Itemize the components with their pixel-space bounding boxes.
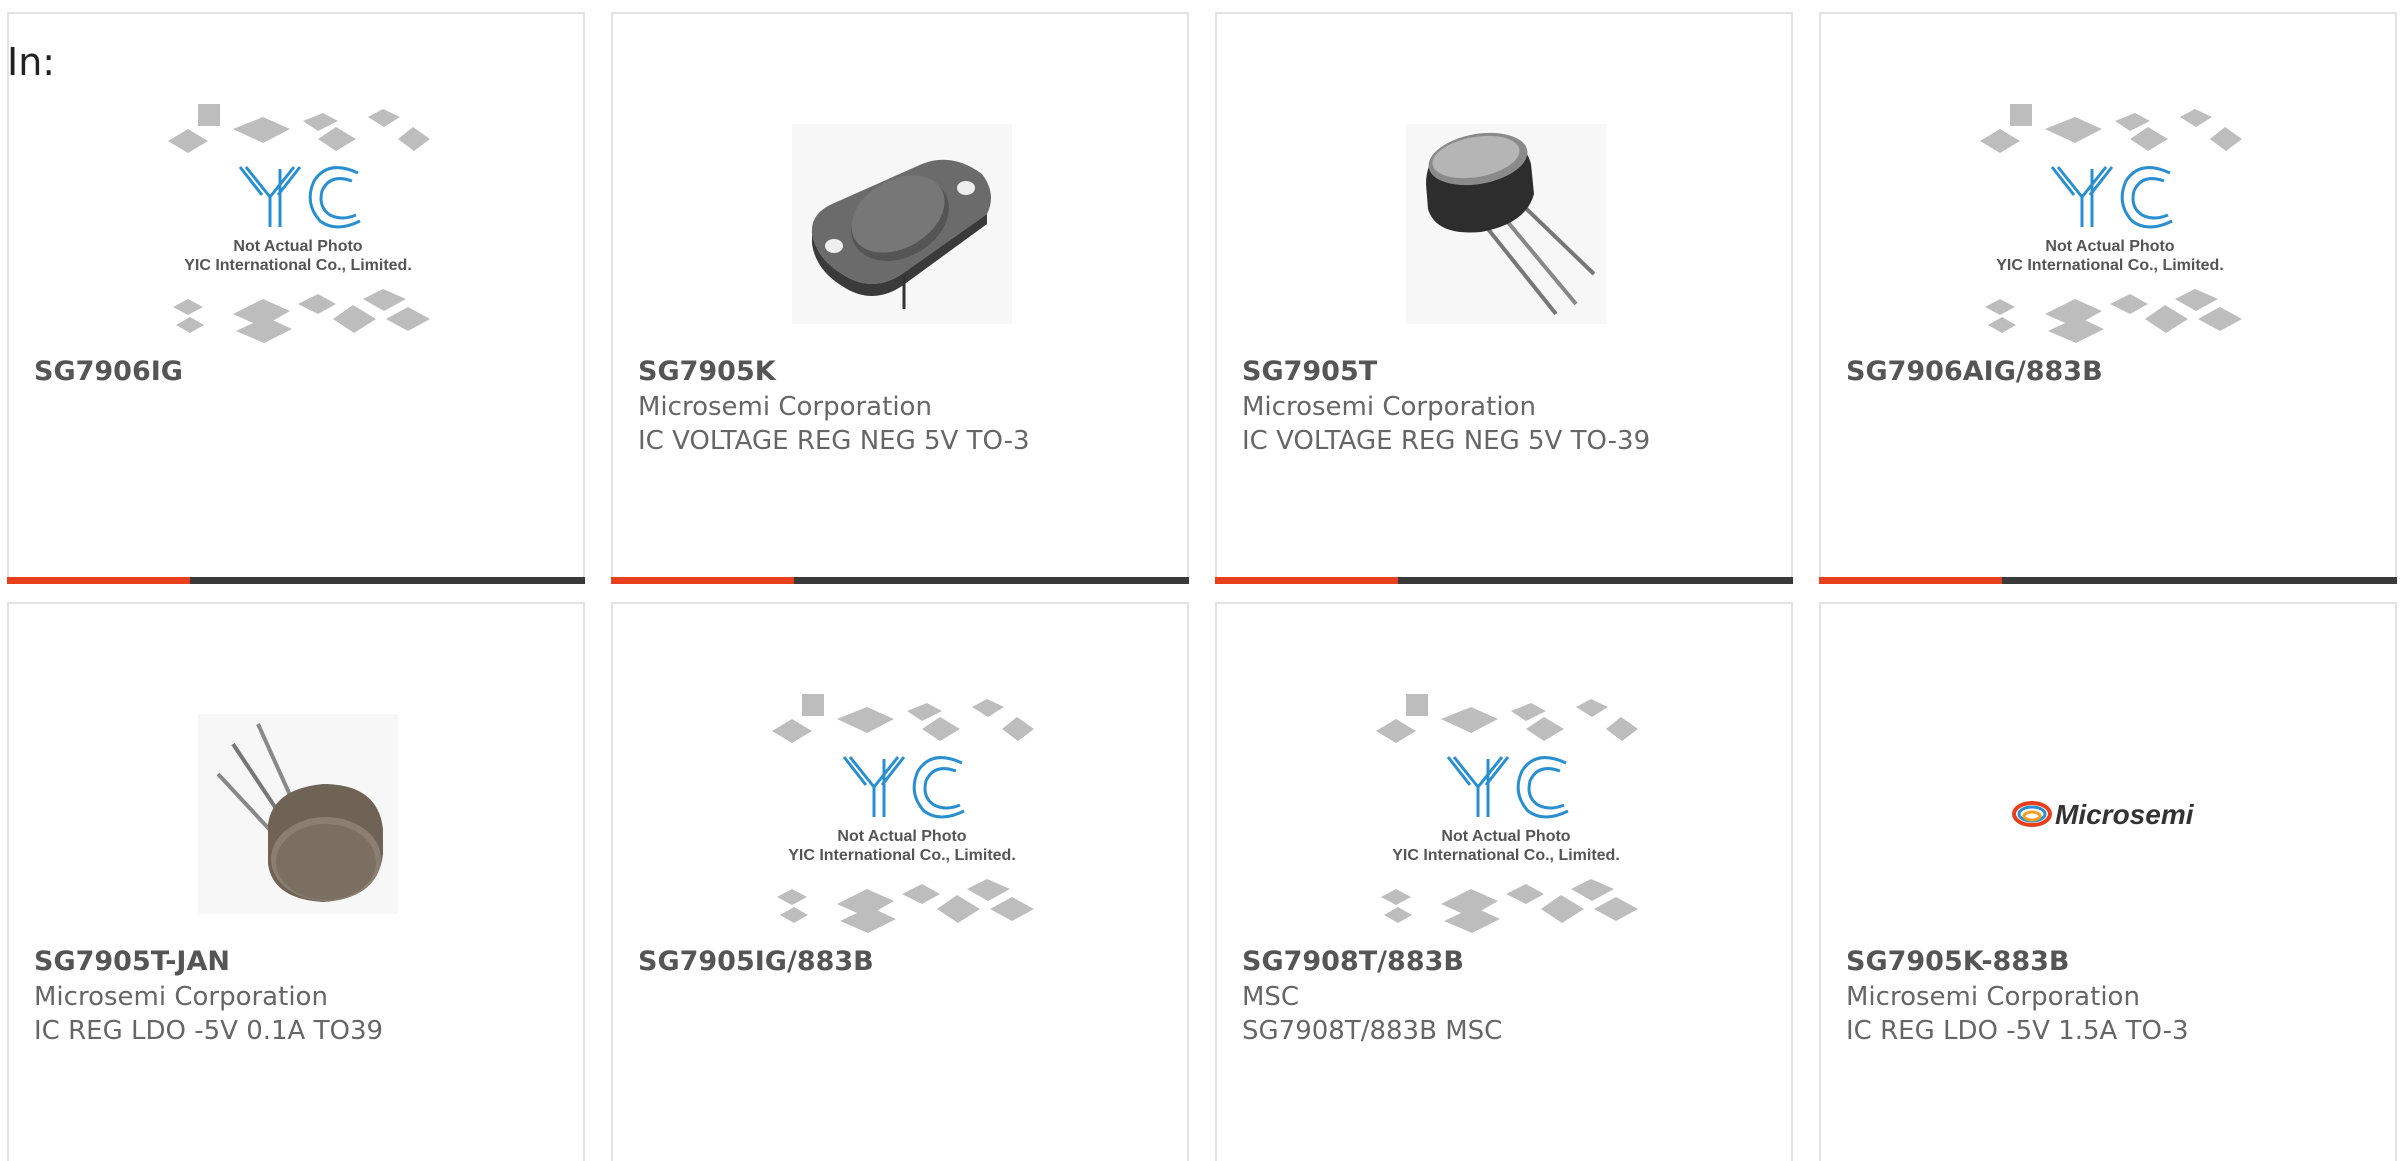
placeholder-line1: Not Actual Photo [2045,238,2174,255]
product-card[interactable]: SG7905T-JAN Microsemi Corporation IC REG… [7,602,585,1161]
placeholder-line1: Not Actual Photo [1441,828,1570,845]
product-card[interactable]: SG7905T Microsemi Corporation IC VOLTAGE… [1215,12,1793,584]
product-card[interactable]: Not Actual Photo YIC International Co., … [1819,12,2397,584]
product-card[interactable]: Not Actual Photo YIC International Co., … [1215,602,1793,1161]
logo-text: Microsemi [2055,799,2195,830]
card-bar [1819,577,2397,584]
product-card[interactable]: Not Actual Photo YIC International Co., … [611,602,1189,1161]
placeholder-line1: Not Actual Photo [837,828,966,845]
description: SG7908T/883B MSC [1242,1016,1503,1046]
part-number[interactable]: SG7905T-JAN [34,946,230,977]
part-number[interactable]: SG7905K-883B [1846,946,2069,977]
placeholder-line2: YIC International Co., Limited. [788,847,1016,864]
product-image: Not Actual Photo YIC International Co., … [1821,84,2399,364]
card-bar [1215,577,1793,584]
product-image: Not Actual Photo YIC International Co., … [9,84,587,364]
description: IC VOLTAGE REG NEG 5V TO-3 [638,426,1030,456]
product-image [1217,84,1795,364]
manufacturer: MSC [1242,982,1300,1012]
part-number[interactable]: SG7905IG/883B [638,946,874,977]
card-bar [7,577,585,584]
placeholder-line2: YIC International Co., Limited. [1996,257,2224,274]
part-number[interactable]: SG7908T/883B [1242,946,1464,977]
manufacturer: Microsemi Corporation [1242,392,1536,422]
card-bar-accent [1819,577,2002,584]
placeholder-line2: YIC International Co., Limited. [184,257,412,274]
card-bar-accent [1215,577,1398,584]
product-card[interactable]: Microsemi SG7905K-883B Microsemi Corpora… [1819,602,2397,1161]
part-number[interactable]: SG7905K [638,356,776,387]
manufacturer: Microsemi Corporation [1846,982,2140,1012]
manufacturer: Microsemi Corporation [638,392,932,422]
manufacturer: Microsemi Corporation [34,982,328,1012]
product-image: Not Actual Photo YIC International Co., … [613,674,1191,954]
placeholder-line2: YIC International Co., Limited. [1392,847,1620,864]
product-image [9,674,587,954]
placeholder-line1: Not Actual Photo [233,238,362,255]
description: IC REG LDO -5V 0.1A TO39 [34,1016,384,1046]
card-bar-accent [611,577,794,584]
card-bar [611,577,1189,584]
part-number[interactable]: SG7906AIG/883B [1846,356,2103,387]
microsemi-logo: Microsemi [2012,799,2195,830]
product-image [613,84,1191,364]
product-image: Microsemi [1821,674,2399,954]
part-number[interactable]: SG7905T [1242,356,1377,387]
filter-in-label: In: [7,40,56,84]
description: IC REG LDO -5V 1.5A TO-3 [1846,1016,2189,1046]
product-card[interactable]: Not Actual Photo YIC International Co., … [7,12,585,584]
product-grid-page: In: Not Actual Photo YIC International C… [0,0,2400,1161]
card-bar-accent [7,577,190,584]
part-number[interactable]: SG7906IG [34,356,183,387]
description: IC VOLTAGE REG NEG 5V TO-39 [1242,426,1651,456]
product-card[interactable]: SG7905K Microsemi Corporation IC VOLTAGE… [611,12,1189,584]
product-image: Not Actual Photo YIC International Co., … [1217,674,1795,954]
